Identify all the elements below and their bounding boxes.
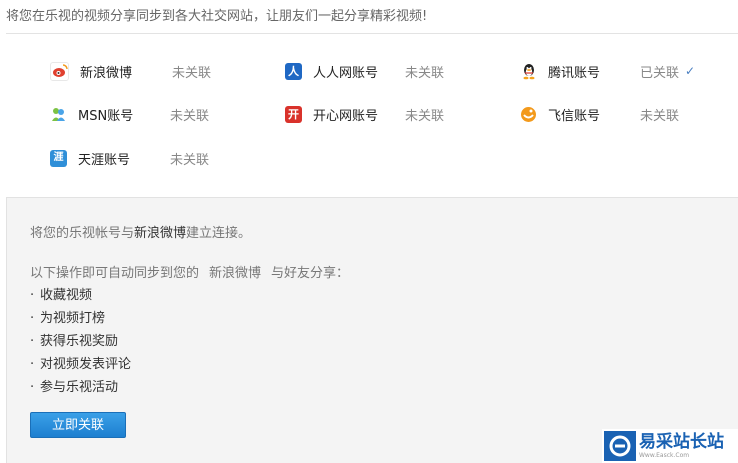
list-item: · 获得乐视奖励	[30, 334, 119, 349]
benefit-label: 对视频发表评论	[40, 357, 132, 372]
benefit-label: 获得乐视奖励	[40, 334, 119, 349]
connect-suffix: 建立连接。	[186, 226, 252, 241]
connect-prefix: 将您的乐视帐号与	[30, 226, 135, 241]
account-name: 飞信账号	[548, 108, 601, 124]
ops-suffix: 与好友分享：	[271, 266, 350, 281]
account-kaixin[interactable]: 开 开心网账号 未关联	[285, 103, 444, 125]
benefit-label: 收藏视频	[40, 288, 93, 303]
intro-text: 将您在乐视的视频分享同步到各大社交网站，让朋友们一起分享精彩视频!	[6, 9, 428, 24]
msn-icon	[50, 105, 67, 123]
connect-panel: 将您的乐视帐号与新浪微博建立连接。 以下操作即可自动同步到您的 新浪微博 与好友分享…	[6, 197, 738, 463]
account-status: 已关联	[640, 65, 680, 81]
watermark-logo-icon	[604, 431, 636, 461]
account-fetion[interactable]: 飞信账号 未关联	[520, 103, 679, 125]
account-name: MSN账号	[78, 108, 134, 124]
benefit-label: 参与乐视活动	[40, 380, 119, 395]
account-status: 未关联	[640, 108, 680, 124]
watermark-text: 易采站长站 Www.Easck.Com	[639, 432, 724, 460]
account-renren[interactable]: 人 人人网账号 未关联	[285, 60, 444, 82]
account-tencent[interactable]: 腾讯账号 已关联 ✓	[520, 60, 695, 82]
account-tianya[interactable]: 涯 天涯账号 未关联	[50, 147, 209, 169]
connect-description: 将您的乐视帐号与新浪微博建立连接。	[30, 222, 251, 241]
kaixin-icon: 开	[285, 105, 302, 123]
divider	[6, 33, 738, 34]
linked-check-icon: ✓	[685, 64, 696, 78]
account-name: 人人网账号	[313, 65, 379, 81]
sina-weibo-icon	[50, 61, 69, 81]
connect-platform: 新浪微博	[134, 226, 187, 241]
account-name: 天涯账号	[78, 152, 131, 168]
ops-description: 以下操作即可自动同步到您的 新浪微博 与好友分享：	[30, 262, 349, 281]
watermark-title: 易采站长站	[639, 432, 724, 452]
account-name: 开心网账号	[313, 108, 379, 124]
account-sina-weibo[interactable]: 新浪微博 未关联	[50, 60, 211, 82]
account-status: 未关联	[172, 65, 212, 81]
list-item: · 收藏视频	[30, 288, 93, 303]
fetion-icon	[520, 105, 537, 123]
account-name: 新浪微博	[80, 65, 133, 81]
connect-now-button[interactable]: 立即关联	[30, 412, 126, 438]
account-msn[interactable]: MSN账号 未关联	[50, 103, 209, 125]
account-status: 未关联	[405, 108, 445, 124]
ops-prefix: 以下操作即可自动同步到您的	[30, 266, 200, 281]
list-item: · 对视频发表评论	[30, 357, 132, 372]
benefits-list: · 收藏视频 · 为视频打榜 · 获得乐视奖励 · 对视频发表评论 · 参与乐视活动	[30, 284, 131, 399]
ops-platform: 新浪微博	[209, 266, 262, 281]
account-status: 未关联	[170, 152, 210, 168]
account-status: 未关联	[405, 65, 445, 81]
list-item: · 参与乐视活动	[30, 380, 119, 395]
account-name: 腾讯账号	[548, 65, 601, 81]
benefit-label: 为视频打榜	[40, 311, 106, 326]
qq-penguin-icon	[520, 62, 537, 80]
watermark-subtitle: Www.Easck.Com	[639, 452, 690, 459]
renren-icon: 人	[285, 62, 302, 80]
tianya-icon: 涯	[50, 149, 67, 167]
site-watermark: 易采站长站 Www.Easck.Com	[602, 429, 738, 463]
list-item: · 为视频打榜	[30, 311, 106, 326]
account-status: 未关联	[170, 108, 210, 124]
